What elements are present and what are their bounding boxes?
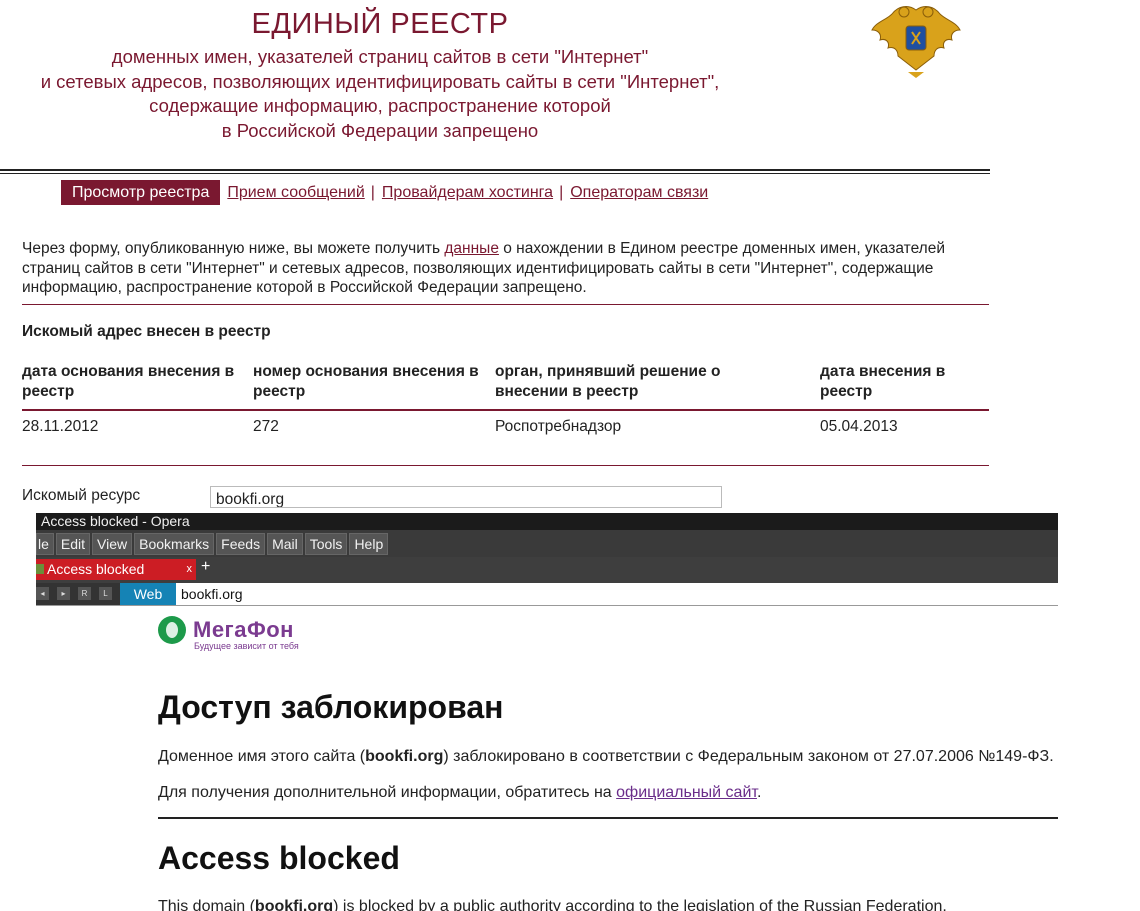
info-message-ru: Для получения дополнительной информации,…: [158, 784, 761, 802]
resource-input[interactable]: bookfi.org: [210, 486, 722, 508]
menu-mail[interactable]: Mail: [267, 532, 303, 555]
tab-close-icon[interactable]: x: [187, 559, 193, 580]
blocked-domain: bookfi.org: [365, 748, 444, 765]
official-site-link[interactable]: официальный сайт: [616, 784, 757, 801]
resource-label: Искомый ресурс: [22, 487, 141, 504]
tab-bar: Access blocked x +: [36, 557, 1058, 583]
nav-buttons: ◂ ▸ R L: [36, 583, 120, 605]
language-divider: [158, 817, 1058, 819]
opera-window: Access blocked - Opera le Edit View Book…: [36, 513, 1058, 911]
logo-name: МегаФон: [193, 617, 294, 642]
registry-intro: Через форму, опубликованную ниже, вы мож…: [22, 239, 982, 298]
nav-receive-messages[interactable]: Прием сообщений: [227, 184, 364, 202]
table-header: дата внесения в реестр: [820, 363, 946, 400]
menu-bookmarks[interactable]: Bookmarks: [134, 532, 215, 555]
table-cell: 05.04.2013: [820, 418, 898, 435]
text: .: [756, 784, 762, 801]
text: Для получения дополнительной информации,…: [158, 784, 617, 801]
header-divider: [0, 173, 990, 174]
reload-icon[interactable]: R: [78, 587, 91, 600]
menu-file[interactable]: le: [36, 532, 54, 555]
registry-subtitle-line: и сетевых адресов, позволяющих идентифиц…: [40, 71, 720, 92]
table-cell: 28.11.2012: [22, 418, 99, 435]
nav-separator: |: [559, 183, 564, 201]
section-divider: [22, 465, 989, 466]
blocked-message-ru: Доменное имя этого сайта (bookfi.org) за…: [158, 748, 1054, 766]
menu-feeds[interactable]: Feeds: [216, 532, 266, 555]
megafon-logo: МегаФон Будущее зависит от тебя: [158, 614, 338, 654]
nav-view-registry[interactable]: Просмотр реестра: [61, 180, 221, 205]
table-header: номер основания внесения в реестр: [253, 363, 479, 400]
text: ) заблокировано в соответствии с Федерал…: [443, 748, 1054, 765]
heading-en: Access blocked: [158, 840, 400, 876]
menu-view[interactable]: View: [92, 532, 133, 555]
table-header: дата основания внесения в реестр: [22, 363, 235, 400]
section-divider: [22, 304, 989, 305]
menu-bar: le Edit View Bookmarks Feeds Mail Tools …: [36, 530, 1058, 557]
registry-subtitle-line: доменных имен, указателей страниц сайтов…: [111, 46, 649, 67]
registry-nav: Просмотр реестра Прием сообщений | Прова…: [61, 180, 714, 205]
text: ) is blocked by a public authority accor…: [333, 898, 947, 911]
blocked-domain: bookfi.org: [254, 898, 334, 911]
intro-text: Через форму, опубликованную ниже, вы мож…: [22, 240, 445, 257]
logo-slogan: Будущее зависит от тебя: [194, 641, 299, 651]
home-icon[interactable]: L: [99, 587, 112, 600]
text: This domain (: [158, 898, 255, 911]
nav-hosting-providers[interactable]: Провайдерам хостинга: [382, 184, 553, 202]
back-icon[interactable]: ◂: [36, 587, 49, 600]
nav-telecom-operators[interactable]: Операторам связи: [570, 184, 708, 202]
blocked-message-en: This domain (bookfi.org) is blocked by a…: [158, 898, 947, 911]
megafon-logo-icon: [158, 616, 186, 644]
search-engine-button[interactable]: Web: [120, 583, 176, 605]
table-cell: 272: [253, 418, 279, 435]
address-input[interactable]: bookfi.org: [181, 583, 242, 605]
new-tab-button[interactable]: +: [201, 558, 210, 576]
text: Доменное имя этого сайта (: [158, 748, 366, 765]
window-title: Access blocked - Opera: [36, 513, 1058, 530]
intro-data-link[interactable]: данные: [444, 240, 499, 257]
nav-separator: |: [370, 183, 375, 201]
table-cell: Роспотребнадзор: [495, 418, 622, 435]
registry-title: ЕДИНЫЙ РЕЕСТР: [251, 8, 509, 40]
menu-help[interactable]: Help: [349, 532, 389, 555]
coat-of-arms-emblem: [871, 6, 961, 78]
tab-access-blocked[interactable]: Access blocked x: [36, 559, 196, 580]
forward-icon[interactable]: ▸: [57, 587, 70, 600]
heading-ru: Доступ заблокирован: [158, 689, 504, 725]
table-header-divider: [22, 409, 989, 411]
registry-subtitle-line: в Российской Федерации запрещено: [221, 120, 539, 141]
registry-subtitle-line: содержащие информацию, распространение к…: [149, 95, 611, 116]
found-heading: Искомый адрес внесен в реестр: [22, 323, 271, 340]
favicon-icon: [36, 564, 44, 574]
tab-label: Access blocked: [47, 561, 145, 577]
menu-edit[interactable]: Edit: [55, 532, 91, 555]
address-bar: ◂ ▸ R L Web bookfi.org: [36, 583, 1058, 606]
table-header: орган, принявший решение о внесении в ре…: [495, 363, 721, 400]
header-divider: [0, 169, 990, 171]
menu-tools[interactable]: Tools: [304, 532, 348, 555]
registry-header: ЕДИНЫЙ РЕЕСТР доменных имен, указателей …: [0, 0, 990, 175]
